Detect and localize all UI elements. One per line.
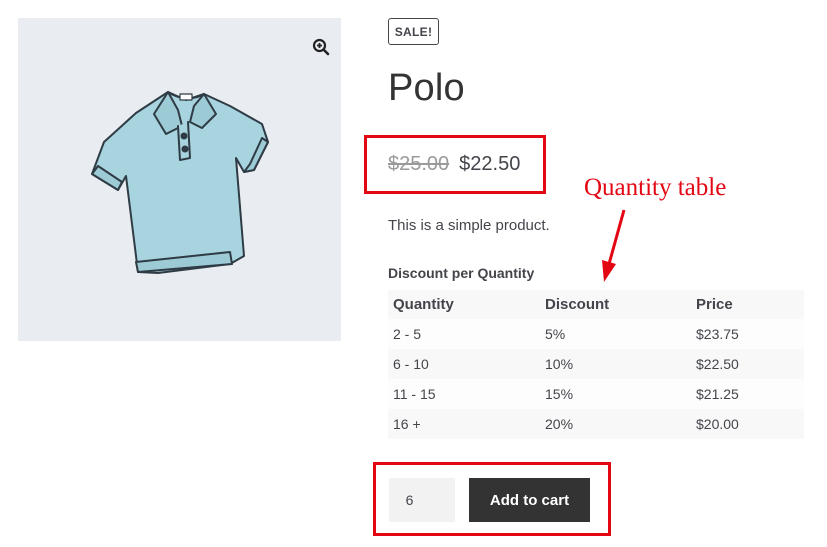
table-row: 2 - 5 5% $23.75 <box>388 319 804 349</box>
table-row: 16 + 20% $20.00 <box>388 409 804 439</box>
price-cell: $22.50 <box>691 349 804 379</box>
product-description: This is a simple product. <box>388 217 550 234</box>
table-row: 6 - 10 10% $22.50 <box>388 349 804 379</box>
price-highlight-box <box>364 135 546 194</box>
sale-badge: SALE! <box>388 18 439 45</box>
price-cell: $23.75 <box>691 319 804 349</box>
discount-cell: 15% <box>540 379 691 409</box>
price-cell: $21.25 <box>691 379 804 409</box>
column-header-price: Price <box>691 290 804 319</box>
discount-cell: 10% <box>540 349 691 379</box>
product-image[interactable] <box>18 18 341 341</box>
price-cell: $20.00 <box>691 409 804 439</box>
discount-cell: 5% <box>540 319 691 349</box>
magnifier-plus-icon <box>312 38 330 56</box>
discount-table-caption: Discount per Quantity <box>388 265 535 281</box>
column-header-discount: Discount <box>540 290 691 319</box>
table-header-row: Quantity Discount Price <box>388 290 804 319</box>
quantity-cell: 11 - 15 <box>388 379 540 409</box>
annotation-arrow-icon <box>602 209 626 282</box>
quantity-cell: 2 - 5 <box>388 319 540 349</box>
polo-shirt-image <box>91 91 269 274</box>
annotation-label: Quantity table <box>584 174 727 201</box>
quantity-cell: 16 + <box>388 409 540 439</box>
product-title: Polo <box>388 67 465 109</box>
cart-highlight-box <box>373 462 611 536</box>
quantity-cell: 6 - 10 <box>388 349 540 379</box>
discount-cell: 20% <box>540 409 691 439</box>
column-header-quantity: Quantity <box>388 290 540 319</box>
table-row: 11 - 15 15% $21.25 <box>388 379 804 409</box>
zoom-button[interactable] <box>308 34 334 60</box>
quantity-discount-table: Quantity Discount Price 2 - 5 5% $23.75 … <box>388 290 804 439</box>
